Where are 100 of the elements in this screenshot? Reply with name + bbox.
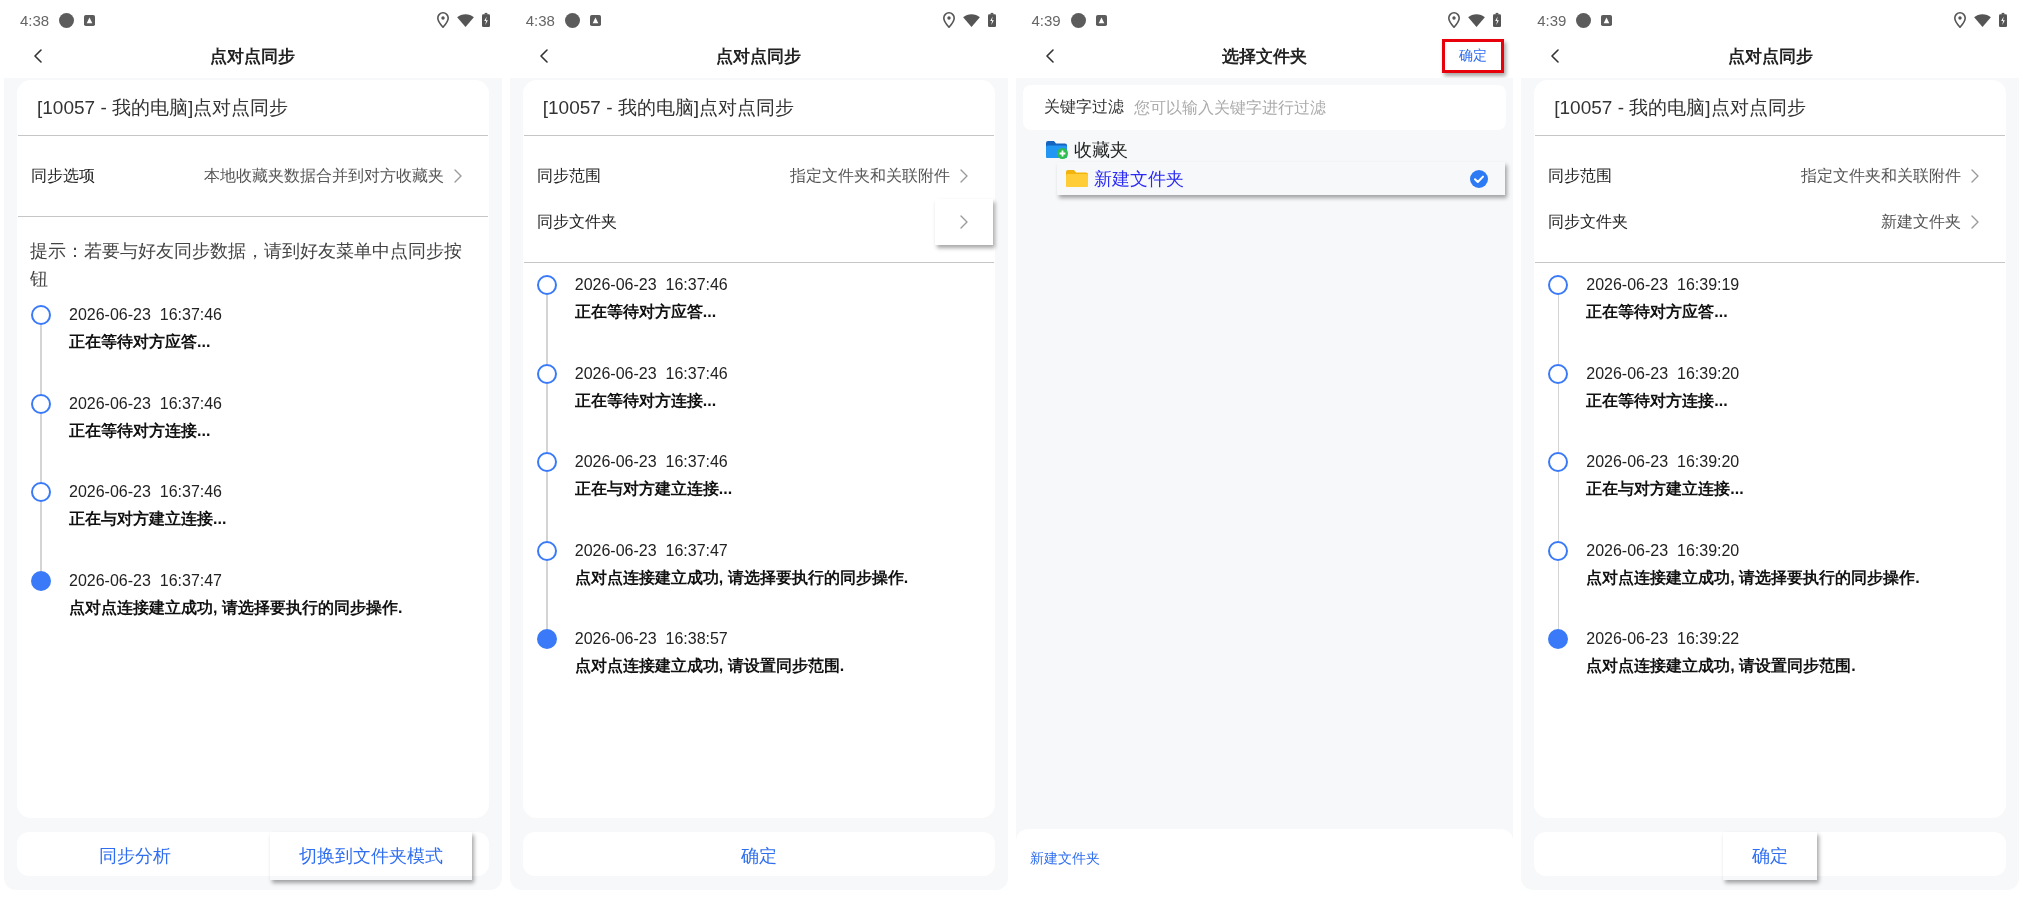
- event-message: 正在等待对方应答...: [574, 302, 718, 322]
- back-icon[interactable]: [1045, 49, 1054, 63]
- event-message: 正在与对方建立连接...: [69, 509, 227, 529]
- event-time: 2026-06-23 16:37:46: [574, 452, 729, 472]
- notification-icon: [1095, 14, 1107, 26]
- timeline-connector: [1557, 560, 1559, 629]
- chevron-right-icon: [1971, 215, 1979, 229]
- screen-title: 点对点同步: [716, 45, 802, 68]
- folder-plus-icon: [1045, 141, 1068, 159]
- location-pin-icon: [1954, 12, 1966, 28]
- timeline-connector: [1557, 295, 1559, 364]
- back-icon[interactable]: [34, 49, 42, 63]
- filter-input[interactable]: 您可以输入关键字进行过滤: [1133, 98, 1507, 117]
- option-label: 同步选项: [31, 165, 95, 186]
- event-time: 2026-06-23 16:39:22: [1586, 629, 1741, 649]
- option-value-button[interactable]: 指定文件夹和关联附件: [1776, 153, 2004, 199]
- action-button[interactable]: 同步分析: [69, 832, 200, 880]
- event-time: 2026-06-23 16:37:46: [574, 275, 728, 295]
- event-message: 正在等待对方应答...: [1586, 302, 1729, 322]
- timeline-connector: [1557, 383, 1559, 452]
- session-title: [10057 - 我的电脑]点对点同步: [1553, 95, 1807, 120]
- circle-icon: [1070, 12, 1086, 28]
- timeline-connector: [1557, 472, 1559, 541]
- hint-text: 提示：若要与好友同步数据，请到好友菜单中点同步按钮: [29, 240, 463, 291]
- action-button[interactable]: 切换到文件夹模式: [269, 832, 472, 880]
- option-value-button[interactable]: 本地收藏夹数据合并到对方收藏夹: [178, 153, 487, 199]
- event-time: 2026-06-23 16:37:47: [574, 540, 729, 561]
- event-message: 正在等待对方连接...: [1586, 390, 1729, 411]
- screen-title: 点对点同步: [210, 45, 296, 68]
- event-time: 2026-06-23 16:37:46: [69, 305, 222, 325]
- event-message: 正在与对方建立连接...: [1586, 479, 1744, 499]
- event-time: 2026-06-23 16:37:46: [69, 482, 223, 502]
- timeline-connector: [40, 413, 42, 482]
- folder-item[interactable]: 收藏夹: [1042, 138, 1514, 162]
- new-folder-button[interactable]: 新建文件夹: [1029, 850, 1100, 868]
- timeline-connector: [546, 295, 548, 364]
- folder-item[interactable]: 新建文件夹: [1056, 162, 1506, 195]
- wifi-icon: [1468, 13, 1486, 27]
- event-message: 正在等待对方应答...: [69, 332, 212, 352]
- event-time: 2026-06-23 16:39:20: [1586, 363, 1740, 384]
- screen-title: 选择文件夹: [1221, 45, 1307, 68]
- circle-icon: [59, 12, 75, 28]
- status-time: 4:38: [20, 11, 50, 29]
- location-pin-icon: [436, 12, 449, 28]
- action-button[interactable]: 确定: [711, 832, 806, 880]
- timeline-connector: [546, 383, 548, 452]
- chevron-right-icon: [453, 169, 462, 183]
- chevron-right-icon: [959, 215, 968, 229]
- timeline-connector: [40, 502, 42, 571]
- event-message: 正在与对方建立连接...: [574, 479, 733, 499]
- confirm-button[interactable]: 确定: [1442, 39, 1505, 73]
- session-title: [10057 - 我的电脑]点对点同步: [541, 95, 796, 120]
- event-message: 点对点连接建立成功, 请设置同步范围.: [574, 656, 845, 676]
- folder-icon: [1065, 170, 1088, 187]
- event-time: 2026-06-23 16:39:19: [1586, 275, 1740, 295]
- event-message: 正在等待对方连接...: [69, 420, 212, 441]
- status-time: 4:38: [525, 11, 555, 29]
- option-value-button[interactable]: 新建文件夹: [1856, 199, 2004, 245]
- chevron-right-icon: [959, 169, 968, 183]
- battery-icon: [1493, 12, 1502, 28]
- notification-icon: [84, 14, 96, 26]
- back-icon[interactable]: [1551, 49, 1560, 63]
- status-time: 4:39: [1537, 11, 1567, 29]
- timeline-connector: [546, 472, 548, 541]
- event-time: 2026-06-23 16:37:46: [574, 363, 728, 384]
- event-time: 2026-06-23 16:39:20: [1586, 540, 1741, 561]
- battery-icon: [481, 12, 490, 28]
- filter-field[interactable]: 关键字过滤 您可以输入关键字进行过滤: [1022, 85, 1507, 130]
- back-icon[interactable]: [539, 49, 548, 63]
- action-button[interactable]: 确定: [1723, 832, 1818, 880]
- timeline-connector: [546, 560, 548, 629]
- check-circle-icon: [1470, 169, 1489, 188]
- option-value-button[interactable]: 指定文件夹和关联附件: [764, 153, 993, 199]
- location-pin-icon: [1448, 12, 1461, 28]
- timeline-connector: [40, 325, 42, 394]
- wifi-icon: [1974, 13, 1991, 27]
- notification-icon: [589, 14, 601, 26]
- circle-icon: [564, 12, 580, 28]
- event-time: 2026-06-23 16:38:57: [574, 629, 729, 649]
- event-time: 2026-06-23 16:37:46: [69, 393, 222, 414]
- wifi-icon: [962, 13, 980, 27]
- status-time: 4:39: [1031, 11, 1061, 29]
- chevron-right-icon: [1971, 169, 1979, 183]
- event-message: 正在等待对方连接...: [574, 390, 718, 411]
- notification-icon: [1601, 14, 1613, 26]
- option-label: 同步范围: [1548, 165, 1613, 186]
- wifi-icon: [456, 13, 474, 27]
- session-title: [10057 - 我的电脑]点对点同步: [36, 95, 290, 120]
- filter-label: 关键字过滤: [1043, 97, 1124, 117]
- screen-title: 点对点同步: [1727, 45, 1813, 68]
- event-message: 点对点连接建立成功, 请设置同步范围.: [1586, 656, 1856, 676]
- event-message: 点对点连接建立成功, 请选择要执行的同步操作.: [69, 597, 403, 618]
- event-message: 点对点连接建立成功, 请选择要执行的同步操作.: [1586, 567, 1920, 588]
- option-label: 同步文件夹: [1548, 211, 1629, 232]
- battery-icon: [987, 12, 996, 28]
- battery-icon: [1999, 12, 2007, 28]
- event-time: 2026-06-23 16:39:20: [1586, 452, 1741, 472]
- event-time: 2026-06-23 16:37:47: [69, 570, 223, 591]
- circle-icon: [1576, 12, 1592, 28]
- option-label: 同步范围: [536, 165, 601, 186]
